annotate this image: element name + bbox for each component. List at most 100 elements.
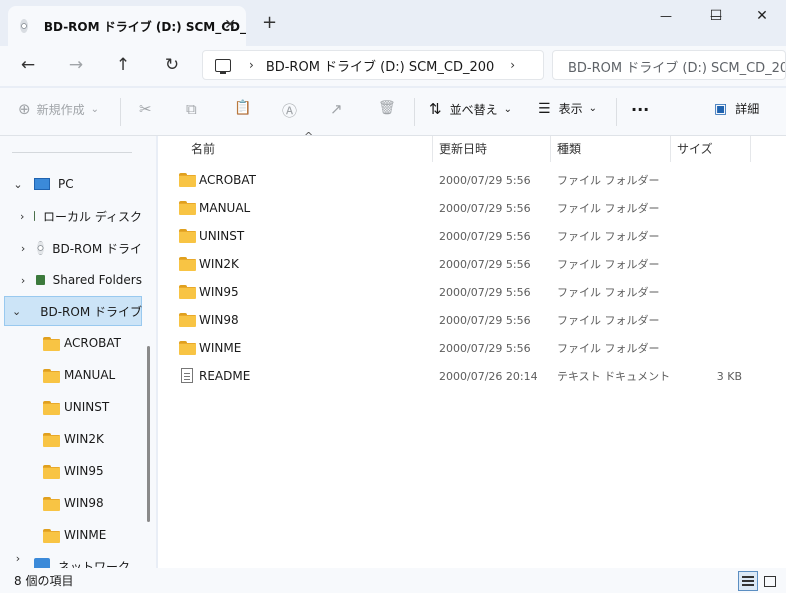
column-divider[interactable] (550, 136, 551, 162)
file-name: UNINST (199, 229, 245, 243)
column-divider[interactable] (432, 136, 433, 162)
file-name: ACROBAT (199, 173, 256, 187)
sidebar-item-local-disk[interactable]: › ローカル ディスク (0, 201, 142, 231)
file-row[interactable]: WIN2K 2000/07/29 5:56 ファイル フォルダー (170, 250, 760, 278)
chevron-right-icon[interactable]: › (12, 552, 24, 565)
sidebar-item-acrobat[interactable]: ACROBAT (0, 328, 142, 358)
paste-button[interactable]: 📋 (234, 100, 251, 116)
file-modified: 2000/07/26 20:14 (439, 369, 538, 383)
chevron-right-icon[interactable]: › (249, 58, 254, 72)
details-view-button[interactable] (738, 571, 758, 591)
folder-icon (179, 313, 196, 327)
share-button[interactable]: ↗ (330, 100, 343, 118)
chevron-right-icon[interactable]: › (20, 274, 26, 287)
close-button[interactable]: ✕ (736, 0, 786, 32)
file-type: テキスト ドキュメント (557, 370, 671, 383)
copy-button[interactable]: ⧉ (186, 100, 197, 118)
delete-button[interactable]: 🗑 (378, 100, 396, 116)
file-name: WIN2K (199, 257, 239, 271)
column-header-modified[interactable]: 更新日時 (439, 140, 487, 157)
file-row[interactable]: README 2000/07/26 20:14 テキスト ドキュメント 3 KB (170, 362, 760, 390)
file-name: README (199, 369, 251, 383)
drive-icon (34, 211, 36, 221)
file-row[interactable]: WIN95 2000/07/29 5:56 ファイル フォルダー (170, 278, 760, 306)
sidebar-item-network[interactable]: › ネットワーク (0, 552, 142, 568)
maximize-button[interactable]: ☐ (690, 0, 742, 32)
sidebar-item-win98[interactable]: WIN98 (0, 488, 142, 518)
chevron-down-icon[interactable]: ⌄ (12, 305, 21, 318)
search-box[interactable]: BD-ROM ドライブ (D:) SCM_CD_200 (552, 50, 786, 80)
sidebar-item-win95[interactable]: WIN95 (0, 456, 142, 486)
sidebar-item-label: WINME (64, 528, 107, 542)
new-label: 新規作成 (36, 102, 85, 117)
file-row[interactable]: MANUAL 2000/07/29 5:56 ファイル フォルダー (170, 194, 760, 222)
back-arrow-icon: ← (20, 55, 36, 75)
sidebar-item-bd-rom-current[interactable]: ⌄ BD-ROM ドライブ (0, 296, 142, 326)
sidebar-item-shared-folders[interactable]: › Shared Folders (0, 265, 142, 295)
large-icons-view-icon (764, 575, 776, 587)
folder-icon (179, 229, 196, 243)
file-row[interactable]: WIN98 2000/07/29 5:56 ファイル フォルダー (170, 306, 760, 334)
column-header-name[interactable]: 名前 (191, 140, 215, 157)
trash-icon: 🗑 (378, 100, 396, 116)
sidebar-item-pc[interactable]: ⌄ PC (0, 169, 142, 199)
column-divider[interactable] (670, 136, 671, 162)
forward-arrow-icon: → (68, 55, 84, 75)
tab-close-button[interactable]: ✕ (224, 17, 236, 33)
chevron-right-icon[interactable]: › (20, 210, 24, 223)
toolbar-divider (120, 98, 121, 126)
column-divider[interactable] (750, 136, 751, 162)
address-bar[interactable]: › BD-ROM ドライブ (D:) SCM_CD_200 › (202, 50, 544, 80)
address-path[interactable]: BD-ROM ドライブ (D:) SCM_CD_200 (266, 56, 494, 75)
more-options-button[interactable]: ··· (631, 100, 649, 119)
sidebar-item-uninst[interactable]: UNINST (0, 392, 142, 422)
file-row[interactable]: ACROBAT 2000/07/29 5:56 ファイル フォルダー (170, 166, 760, 194)
sidebar-item-bd-rom[interactable]: › BD-ROM ドライ (0, 233, 142, 263)
new-button[interactable]: ⊕ 新規作成 ⌄ (18, 100, 99, 118)
file-type: ファイル フォルダー (557, 230, 660, 243)
file-type: ファイル フォルダー (557, 314, 660, 327)
column-header-size[interactable]: サイズ (677, 140, 713, 157)
file-type: ファイル フォルダー (557, 174, 660, 187)
sidebar-scrollbar[interactable] (147, 346, 150, 522)
file-modified: 2000/07/29 5:56 (439, 341, 531, 355)
chevron-down-icon[interactable]: ⌄ (12, 178, 24, 191)
sidebar-divider (12, 152, 132, 153)
refresh-button[interactable]: ↻ (159, 54, 185, 76)
back-button[interactable]: ← (15, 54, 41, 76)
view-label: 表示 (558, 102, 583, 116)
clipboard-icon: 📋 (234, 100, 252, 116)
sidebar-item-label: WIN98 (64, 496, 104, 510)
file-row[interactable]: UNINST 2000/07/29 5:56 ファイル フォルダー (170, 222, 760, 250)
status-bar (0, 568, 786, 593)
view-button[interactable]: ☰ 表示 ⌄ (538, 100, 597, 117)
sidebar-item-manual[interactable]: MANUAL (0, 360, 142, 390)
file-type: ファイル フォルダー (557, 342, 660, 355)
up-arrow-icon: ↑ (115, 55, 131, 75)
folder-icon (43, 368, 60, 383)
sidebar-item-winme[interactable]: WINME (0, 520, 142, 550)
sort-button[interactable]: ⇅ 並べ替え ⌄ (429, 100, 512, 118)
details-pane-button[interactable]: ▣ 詳細 (714, 100, 759, 117)
file-name: MANUAL (199, 201, 251, 215)
folder-icon (179, 341, 196, 355)
minimize-button-2[interactable]: — (640, 0, 692, 32)
up-button[interactable]: ↑ (110, 54, 136, 76)
network-icon (34, 558, 50, 568)
sidebar-item-label: WIN95 (64, 464, 104, 478)
sidebar-item-label: ローカル ディスク (43, 209, 142, 224)
column-header-type[interactable]: 種類 (557, 140, 581, 157)
new-tab-button[interactable]: + (262, 12, 277, 33)
forward-button[interactable]: → (63, 54, 89, 76)
folder-icon (179, 201, 196, 215)
large-icons-view-button[interactable] (760, 571, 780, 591)
file-row[interactable]: WINME 2000/07/29 5:56 ファイル フォルダー (170, 334, 760, 362)
chevron-right-icon[interactable]: › (20, 242, 26, 255)
rename-button[interactable]: Ⓐ (282, 100, 297, 121)
chevron-right-icon[interactable]: › (510, 58, 515, 72)
folder-icon (43, 336, 60, 351)
sidebar-item-win2k[interactable]: WIN2K (0, 424, 142, 454)
sort-label: 並べ替え (449, 102, 498, 117)
cut-button[interactable]: ✂ (139, 100, 152, 118)
tab-current[interactable]: BD-ROM ドライブ (D:) SCM_CD_ ✕ (8, 6, 246, 46)
